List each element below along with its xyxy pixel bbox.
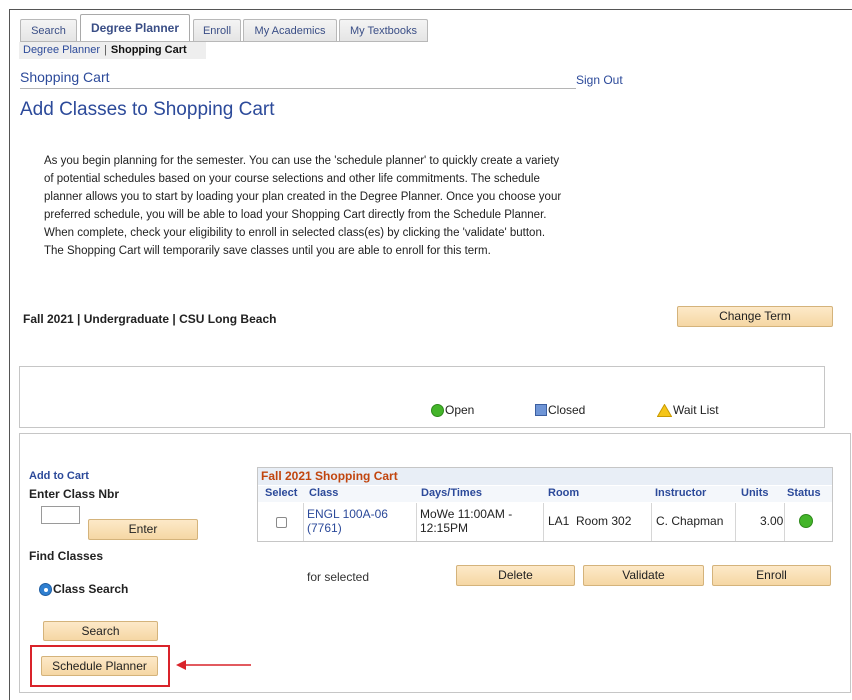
col-header-room: Room (548, 487, 580, 499)
enroll-button[interactable]: Enroll (712, 565, 831, 586)
arrow-left-icon (176, 660, 251, 670)
column-divider (735, 503, 736, 541)
col-header-instructor: Instructor (655, 487, 707, 499)
col-header-status: Status (787, 487, 821, 499)
column-divider (543, 503, 544, 541)
class-nbr-input[interactable] (41, 506, 80, 524)
find-classes-label: Find Classes (29, 549, 104, 563)
room-cell: LA1 Room 302 (548, 514, 632, 528)
status-legend: Open Closed Wait List (19, 366, 825, 428)
add-to-cart-heading: Add to Cart (29, 470, 89, 482)
shopping-cart-table: Fall 2021 Shopping Cart Select Class Day… (257, 467, 833, 542)
open-status-icon (431, 404, 444, 417)
legend-closed-label: Closed (548, 403, 586, 417)
search-button[interactable]: Search (43, 621, 158, 641)
schedule-planner-button[interactable]: Schedule Planner (41, 656, 158, 676)
table-row: ENGL 100A-06 (7761) MoWe 11:00AM -12:15PM… (258, 503, 832, 541)
class-search-radio[interactable] (39, 583, 52, 596)
class-search-option-label[interactable]: Class Search (53, 582, 128, 596)
tab-degree-planner[interactable]: Degree Planner (80, 14, 190, 43)
radio-selected-dot (43, 587, 48, 592)
column-divider (651, 503, 652, 541)
class-link[interactable]: ENGL 100A-06 (7761) (307, 507, 388, 535)
for-selected-label: for selected (307, 570, 370, 584)
tab-enroll[interactable]: Enroll (193, 19, 241, 42)
wait-list-status-icon (657, 404, 672, 417)
sign-out-link[interactable]: Sign Out (576, 73, 623, 87)
page-title: Add Classes to Shopping Cart (20, 99, 275, 120)
breadcrumb-current: Shopping Cart (110, 44, 187, 56)
column-divider (784, 503, 785, 541)
enter-class-nbr-label: Enter Class Nbr (29, 487, 120, 501)
column-divider (416, 503, 417, 541)
tab-enroll-label: Enroll (202, 25, 232, 37)
col-header-units: Units (741, 487, 769, 499)
change-term-button[interactable]: Change Term (677, 306, 833, 327)
term-info: Fall 2021 | Undergraduate | CSU Long Bea… (23, 312, 277, 326)
legend-wait-list-label: Wait List (673, 403, 719, 417)
tab-degree-planner-label: Degree Planner (90, 21, 180, 35)
tab-my-textbooks[interactable]: My Textbooks (339, 19, 428, 42)
legend-open-label: Open (445, 403, 475, 417)
column-divider (303, 503, 304, 541)
days-times-cell: MoWe 11:00AM -12:15PM (420, 507, 512, 535)
breadcrumb-separator: | (104, 44, 107, 56)
tab-my-textbooks-label: My Textbooks (349, 25, 418, 37)
closed-status-icon (535, 404, 547, 416)
shopping-cart-title: Fall 2021 Shopping Cart (258, 468, 832, 485)
validate-button[interactable]: Validate (583, 565, 704, 586)
tab-search-label: Search (31, 25, 66, 37)
select-checkbox[interactable] (276, 517, 287, 528)
col-header-class: Class (309, 487, 339, 499)
section-title-underline (20, 88, 576, 89)
delete-button[interactable]: Delete (456, 565, 575, 586)
instructions-text: As you begin planning for the semester. … (44, 155, 562, 257)
units-cell: 3.00 (760, 514, 784, 528)
instructor-cell: C. Chapman (656, 514, 724, 528)
breadcrumb: Degree Planner | Shopping Cart (19, 42, 206, 59)
days-times-line2: 12:15PM (420, 521, 469, 535)
class-code: ENGL 100A-06 (307, 507, 388, 521)
open-status-icon (799, 514, 813, 528)
tab-my-academics-label: My Academics (254, 25, 326, 37)
tab-my-academics[interactable]: My Academics (243, 19, 337, 42)
breadcrumb-degree-planner[interactable]: Degree Planner (23, 44, 100, 56)
tab-search[interactable]: Search (20, 19, 77, 42)
enter-button[interactable]: Enter (88, 519, 198, 540)
class-number: (7761) (307, 521, 342, 535)
col-header-days-times: Days/Times (421, 487, 482, 499)
days-times-line1: MoWe 11:00AM - (420, 507, 513, 521)
section-title: Shopping Cart (20, 69, 110, 85)
col-header-select: Select (265, 487, 298, 499)
